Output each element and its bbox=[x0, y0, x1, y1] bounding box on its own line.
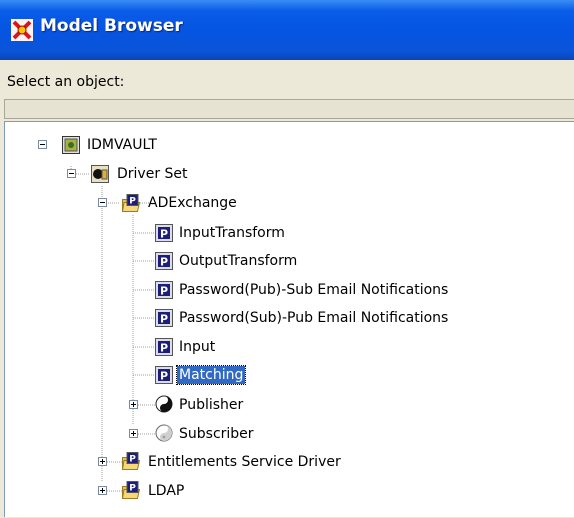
policy-icon bbox=[155, 224, 173, 242]
publisher-icon bbox=[155, 395, 173, 413]
tree-item-ldap[interactable]: LDAP bbox=[146, 482, 186, 500]
driver-folder-icon bbox=[122, 194, 140, 212]
collapse-toggle-idmvault[interactable] bbox=[38, 140, 47, 149]
policy-icon bbox=[155, 309, 173, 327]
tree-item-idmvault[interactable]: IDMVAULT bbox=[85, 136, 159, 154]
collapse-toggle-driver-set[interactable] bbox=[67, 169, 76, 178]
object-tree[interactable]: IDMVAULT Driver Set ADExchange InputTran… bbox=[4, 121, 574, 517]
policy-icon bbox=[155, 252, 173, 270]
window-title: Model Browser bbox=[40, 16, 183, 36]
tree-item-adexchange[interactable]: ADExchange bbox=[146, 194, 239, 212]
policy-icon bbox=[155, 366, 173, 384]
expand-toggle-subscriber[interactable] bbox=[129, 429, 138, 438]
collapse-toggle-adexchange[interactable] bbox=[98, 198, 107, 207]
expand-toggle-ldap[interactable] bbox=[98, 486, 107, 495]
driver-set-icon bbox=[91, 165, 109, 183]
tree-item-input-transform[interactable]: InputTransform bbox=[177, 224, 287, 242]
select-object-label: Select an object: bbox=[7, 74, 125, 90]
subscriber-icon bbox=[155, 424, 173, 442]
tree-item-output-transform[interactable]: OutputTransform bbox=[177, 252, 299, 270]
tree-item-input[interactable]: Input bbox=[177, 338, 217, 356]
tree-item-driver-set[interactable]: Driver Set bbox=[115, 165, 190, 183]
tree-item-subscriber[interactable]: Subscriber bbox=[177, 425, 256, 443]
object-filter-field[interactable] bbox=[4, 99, 574, 119]
title-bar[interactable]: Model Browser bbox=[0, 0, 574, 60]
tree-item-password-pub-sub-email[interactable]: Password(Pub)-Sub Email Notifications bbox=[177, 281, 450, 299]
expand-toggle-publisher[interactable] bbox=[129, 400, 138, 409]
tree-item-matching[interactable]: Matching bbox=[175, 365, 247, 385]
tree-item-password-sub-pub-email[interactable]: Password(Sub)-Pub Email Notifications bbox=[177, 309, 450, 327]
tree-item-entitlements-service-driver[interactable]: Entitlements Service Driver bbox=[146, 453, 343, 471]
policy-icon bbox=[155, 281, 173, 299]
tree-item-publisher[interactable]: Publisher bbox=[177, 396, 245, 414]
vault-icon bbox=[62, 136, 80, 154]
policy-icon bbox=[155, 338, 173, 356]
driver-folder-icon bbox=[122, 452, 140, 470]
expand-toggle-entitlements[interactable] bbox=[98, 457, 107, 466]
model-browser-icon bbox=[11, 19, 33, 41]
driver-folder-icon bbox=[122, 481, 140, 499]
